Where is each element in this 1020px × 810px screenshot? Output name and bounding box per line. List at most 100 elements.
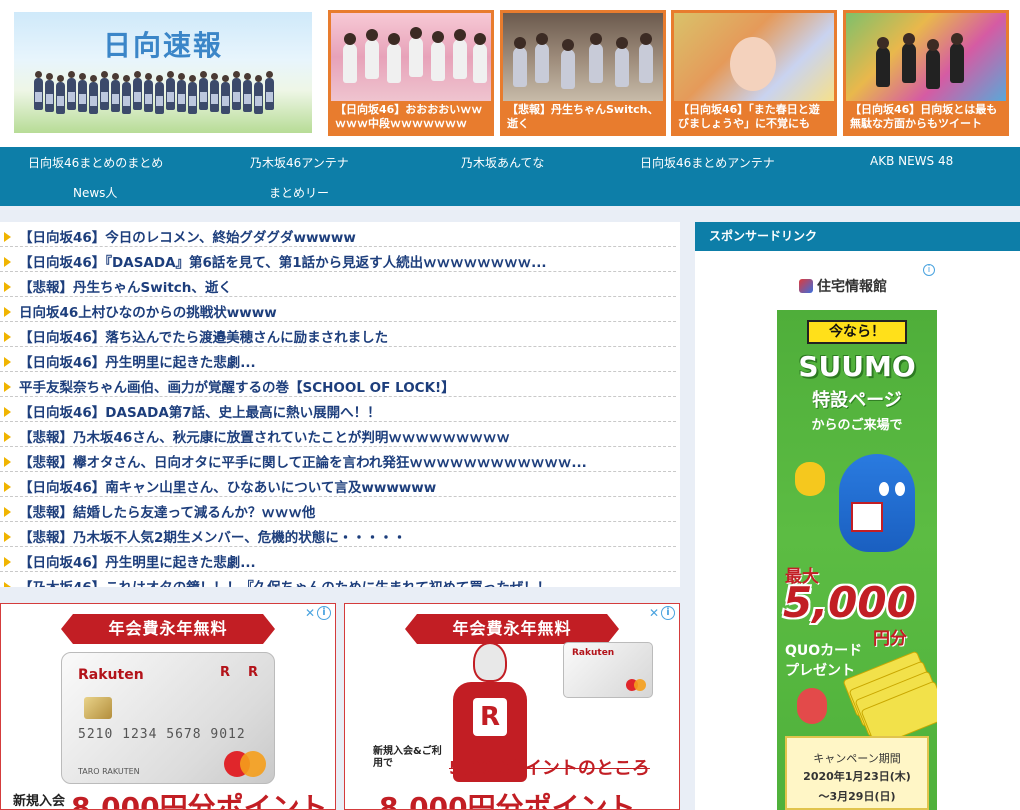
card-holder: TARO RAKUTEN	[78, 767, 140, 776]
post-list-item[interactable]: 日向坂46上村ひなのからの挑戦状wwww	[0, 298, 676, 322]
sponsored-links-heading: スポンサードリンク	[695, 222, 1020, 251]
post-title-link[interactable]: 【日向坂46】丹生明里に起きた悲劇...	[19, 351, 256, 371]
rakuten-emblem: R	[473, 698, 507, 736]
post-title-link[interactable]: 【日向坂46】『DASADA』第6話を見て、第1話から見返す人続出ｗｗｗｗｗｗｗ…	[19, 251, 547, 271]
logo-crowd-person	[210, 73, 219, 112]
post-list-item[interactable]: 【日向坂46】今日のレコメン、終始グダグダwwwww	[0, 223, 676, 247]
nav-link-hinata46-matome[interactable]: 日向坂46まとめのまとめ	[28, 154, 163, 171]
logo-crowd-person	[67, 71, 76, 110]
logo-crowd-person	[199, 71, 208, 110]
post-list-item[interactable]: 【日向坂46】南キャン山里さん、ひなあいについて言及wwwwww	[0, 473, 676, 497]
post-list-item[interactable]: 【日向坂46】『DASADA』第6話を見て、第1話から見返す人続出ｗｗｗｗｗｗｗ…	[0, 248, 676, 272]
nav-link-akb-news-48[interactable]: AKB NEWS 48	[870, 154, 953, 168]
logo-crowd-person	[56, 75, 65, 114]
post-list-item[interactable]: 【日向坂46】落ち込んでたら渡邉美穂さんに励まされました	[0, 323, 676, 347]
featured-post-2-image	[503, 13, 663, 101]
post-title-link[interactable]: 【悲報】乃木坂46さん、秋元康に放置されていたことが判明ｗｗｗｗｗｗｗｗｗ	[19, 426, 510, 446]
logo-crowd-person	[221, 75, 230, 114]
ad-visit-text: からのご来場で	[811, 418, 903, 433]
logo-crowd-person	[166, 71, 175, 110]
close-icon[interactable]: ✕	[305, 606, 315, 620]
post-title-link[interactable]: 【日向坂46】落ち込んでたら渡邉美穂さんに励まされました	[19, 326, 388, 346]
featured-post-1[interactable]: 【日向坂46】おおおおいｗｗｗｗｗ中段ｗｗｗｗｗｗｗ	[328, 10, 494, 136]
logo-crowd-person	[265, 71, 274, 110]
nav-link-news-jin[interactable]: News人	[73, 184, 117, 201]
suumo-ad[interactable]: 住宅情報館 i 今なら！ SUUMO 特設ページ からのご来場で 最大 5,00…	[777, 262, 937, 810]
ad-ribbon: 年会費永年無料	[405, 614, 619, 644]
featured-post-2[interactable]: 【悲報】丹生ちゃんSwitch、逝く	[500, 10, 666, 136]
site-logo[interactable]: 日向速報	[14, 12, 312, 133]
logo-crowd-person	[232, 71, 241, 110]
post-title-link[interactable]: 日向坂46上村ひなのからの挑戦状wwww	[19, 301, 277, 321]
post-title-link[interactable]: 【悲報】欅オタさん、日向オタに平手に関して正論を言われ発狂ｗｗｗｗｗｗｗｗｗｗｗ…	[19, 451, 587, 471]
ad-ribbon: 年会費永年無料	[61, 614, 275, 644]
ad-points: 8,000円分ポイント	[71, 791, 328, 810]
post-title-link[interactable]: 【悲報】結婚したら友達って減るんか？ｗｗｗ他	[19, 501, 315, 521]
logo-crowd-person	[45, 73, 54, 112]
nav-link-nogizaka-antenna[interactable]: 乃木坂あんてな	[461, 154, 544, 171]
logo-crowd-person	[34, 71, 43, 110]
post-list-item[interactable]: 【悲報】結婚したら友達って減るんか？ｗｗｗ他	[0, 498, 676, 522]
logo-crowd-person	[243, 73, 252, 112]
post-list-item[interactable]: 【日向坂46】丹生明里に起きた悲劇...	[0, 548, 676, 572]
ad-choices-icon[interactable]: i	[923, 264, 935, 276]
post-list-item[interactable]: 【悲報】丹生ちゃんSwitch、逝く	[0, 273, 676, 297]
nav-link-matomery[interactable]: まとめリー	[269, 184, 329, 201]
rakuten-card-ad-1[interactable]: i ✕ 年会費永年無料 Rakuten R R 5210 1234 5678 9…	[0, 603, 336, 810]
post-title-link[interactable]: 【日向坂46】南キャン山里さん、ひなあいについて言及wwwwww	[19, 476, 436, 496]
arrow-icon	[4, 457, 11, 467]
logo-crowd-person	[100, 71, 109, 110]
mascot-bird-icon	[797, 688, 827, 724]
post-list-item[interactable]: 【日向坂46】DASADA第7話、史上最高に熱い展開へ！！	[0, 398, 676, 422]
post-list-item[interactable]: 【悲報】欅オタさん、日向オタに平手に関して正論を言われ発狂ｗｗｗｗｗｗｗｗｗｗｗ…	[0, 448, 676, 472]
credit-card-image: Rakuten R R 5210 1234 5678 9012 TARO RAK…	[61, 652, 275, 784]
ad-choices-icon[interactable]: i	[317, 606, 331, 620]
post-title-link[interactable]: 【日向坂46】丹生明里に起きた悲劇...	[19, 551, 256, 571]
post-title-link[interactable]: 【日向坂46】今日のレコメン、終始グダグダwwwww	[19, 226, 356, 246]
featured-post-4-caption: 【日向坂46】日向坂とは最も無駄な方面からもツイート	[846, 101, 1006, 133]
post-title-link[interactable]: 【悲報】乃木坂不人気2期生メンバー、危機的状態に・・・・・	[19, 526, 406, 546]
logo-crowd-person	[254, 75, 263, 114]
featured-post-3-caption: 【日向坂46】「また春日と遊びましょうや」に不覚にも	[674, 101, 834, 133]
card-brand: Rakuten	[572, 648, 615, 658]
featured-post-4[interactable]: 【日向坂46】日向坂とは最も無駄な方面からもツイート	[843, 10, 1009, 136]
post-title-link[interactable]: 平手友梨奈ちゃん画伯、画力が覚醒するの巻【SCHOOL OF LOCK!】	[19, 376, 455, 396]
antenna-nav: 日向坂46まとめのまとめ 乃木坂46アンテナ 乃木坂あんてな 日向坂46まとめア…	[0, 147, 1020, 206]
sidebar: スポンサードリンク 住宅情報館 i 今なら！ SUUMO 特設ページ からのご来…	[695, 222, 1020, 810]
arrow-icon	[4, 382, 11, 392]
rakuten-card-ad-2[interactable]: i ✕ 年会費永年無料 R Rakuten 新規入会&ご利用で 5,000ポイン…	[344, 603, 680, 810]
card-chip-icon	[84, 697, 112, 719]
arrow-icon	[4, 557, 11, 567]
edy-logo: R	[248, 665, 259, 680]
card-brand: Rakuten	[78, 667, 144, 683]
featured-post-1-image	[331, 13, 491, 101]
post-title-link[interactable]: 【悲報】丹生ちゃんSwitch、逝く	[19, 276, 232, 296]
nav-link-nogizaka46-antenna[interactable]: 乃木坂46アンテナ	[250, 154, 349, 171]
mascot-small-icon	[795, 462, 825, 496]
logo-group-photo	[34, 71, 284, 114]
ad-now-badge: 今なら！	[807, 320, 907, 344]
arrow-icon	[4, 282, 11, 292]
nav-link-hinata46-antenna[interactable]: 日向坂46まとめアンテナ	[640, 154, 775, 171]
post-list-item[interactable]: 【乃木坂46】これはオタの鏡！！！『久保ちゃんのために生まれて初めて買ったぜ！！	[0, 573, 676, 587]
arrow-icon	[4, 357, 11, 367]
ad-choices-icon[interactable]: i	[661, 606, 675, 620]
arrow-icon	[4, 582, 11, 587]
post-list-item[interactable]: 【日向坂46】丹生明里に起きた悲劇...	[0, 348, 676, 372]
logo-crowd-person	[78, 73, 87, 112]
post-list-item[interactable]: 【悲報】乃木坂46さん、秋元康に放置されていたことが判明ｗｗｗｗｗｗｗｗｗ	[0, 423, 676, 447]
ad-new-join: 新規入会&ご利用で	[373, 746, 442, 769]
close-icon[interactable]: ✕	[649, 606, 659, 620]
post-title-link[interactable]: 【日向坂46】DASADA第7話、史上最高に熱い展開へ！！	[19, 401, 381, 421]
rakuten-hero-figure: R	[445, 642, 535, 809]
featured-post-2-caption: 【悲報】丹生ちゃんSwitch、逝く	[503, 101, 663, 133]
post-title-link[interactable]: 【乃木坂46】これはオタの鏡！！！『久保ちゃんのために生まれて初めて買ったぜ！！	[19, 576, 550, 587]
post-list-item[interactable]: 【悲報】乃木坂不人気2期生メンバー、危機的状態に・・・・・	[0, 523, 676, 547]
ad-quo-card: QUOカード	[785, 643, 863, 659]
featured-post-3[interactable]: 【日向坂46】「また春日と遊びましょうや」に不覚にも	[671, 10, 837, 136]
credit-card-image: Rakuten	[563, 642, 653, 698]
ad-present: プレゼント	[785, 663, 855, 679]
mascot-icon	[839, 454, 915, 552]
post-list-item[interactable]: 平手友梨奈ちゃん画伯、画力が覚醒するの巻【SCHOOL OF LOCK!】	[0, 373, 676, 397]
logo-crowd-person	[133, 71, 142, 110]
